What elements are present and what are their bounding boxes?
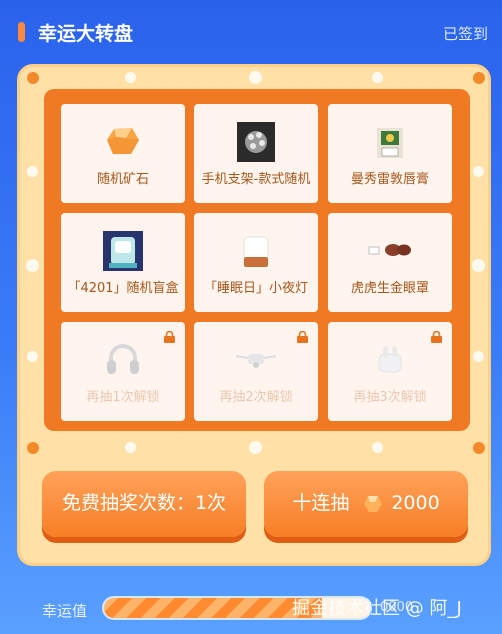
board-dot — [125, 442, 136, 453]
eye-mask-icon — [368, 244, 411, 256]
title-accent-bar — [18, 22, 25, 42]
ten-draw-cost: 2000 — [391, 492, 440, 514]
prize-cell-blind-box[interactable]: 「4201」随机盲盒 — [61, 213, 185, 312]
prize-cell-locked-3[interactable]: 再抽3次解锁 — [328, 322, 452, 421]
lock-icon — [297, 331, 308, 343]
board-dot — [372, 442, 383, 453]
prize-cell-locked-1[interactable]: 再抽1次解锁 — [61, 322, 185, 421]
board-dot — [249, 441, 262, 454]
free-draw-label: 免费抽奖次数：1次 — [61, 492, 227, 514]
board-dot — [249, 71, 262, 84]
prize-label: 虎虎生金眼罩 — [350, 281, 429, 296]
watermark: 掘金技术社区 @ 阿_J — [292, 598, 462, 619]
lock-icon — [164, 331, 175, 343]
night-lamp-icon — [243, 236, 269, 267]
ore-icon — [107, 128, 139, 154]
board-dot — [472, 259, 485, 272]
board-dot — [27, 166, 38, 177]
signed-in-status[interactable]: 已签到 — [443, 23, 488, 44]
prize-label: 「睡眠日」小夜灯 — [203, 281, 308, 296]
board-dot — [473, 166, 484, 177]
prize-cell-lip-balm[interactable]: 曼秀雷敦唇膏 — [328, 104, 452, 203]
prize-label: 再抽2次解锁 — [219, 390, 293, 405]
ten-draw-label: 十连抽 — [292, 492, 350, 514]
board-dot — [372, 72, 383, 83]
prize-label: 「4201」随机盲盒 — [67, 281, 179, 296]
board-dot — [473, 72, 485, 84]
camera-drone-icon — [235, 354, 277, 368]
board-dot — [125, 72, 136, 83]
prize-grid: 随机矿石 手机支架-款式随机 曼秀雷敦唇膏 「4201」随机盲盒 「睡眠日」小夜… — [44, 89, 470, 431]
prize-label: 手机支架-款式随机 — [201, 172, 311, 187]
prize-label: 再抽3次解锁 — [353, 390, 427, 405]
board-dot — [27, 351, 38, 362]
prize-cell-locked-2[interactable]: 再抽2次解锁 — [194, 322, 318, 421]
luck-progress-fill — [104, 598, 323, 618]
lottery-board: 随机矿石 手机支架-款式随机 曼秀雷敦唇膏 「4201」随机盲盒 「睡眠日」小夜… — [17, 64, 491, 566]
header: 幸运大转盘 已签到 — [0, 0, 502, 64]
phone-holder-icon — [237, 122, 275, 162]
board-dot — [473, 442, 485, 454]
prize-cell-phone-holder[interactable]: 手机支架-款式随机 — [194, 104, 318, 203]
headphones-icon — [107, 344, 139, 374]
ore-coin-icon — [364, 495, 383, 512]
blind-box-icon — [103, 231, 143, 271]
board-dot — [26, 259, 39, 272]
prize-label: 曼秀雷敦唇膏 — [350, 172, 429, 187]
board-dot — [27, 72, 39, 84]
lock-icon — [431, 331, 442, 343]
lip-balm-icon — [377, 128, 403, 158]
free-draw-button[interactable]: 免费抽奖次数：1次 — [42, 471, 246, 537]
prize-cell-ore[interactable]: 随机矿石 — [61, 104, 185, 203]
ten-draw-button[interactable]: 十连抽 2000 — [264, 471, 468, 537]
luck-value-label: 幸运值 — [42, 602, 88, 620]
prize-cell-eye-mask[interactable]: 虎虎生金眼罩 — [328, 213, 452, 312]
page-title: 幸运大转盘 — [38, 23, 134, 45]
prize-label: 再抽1次解锁 — [86, 390, 160, 405]
prize-label: 随机矿石 — [96, 172, 149, 187]
earbuds-icon — [378, 346, 402, 373]
prize-cell-night-lamp[interactable]: 「睡眠日」小夜灯 — [194, 213, 318, 312]
board-dot — [27, 442, 39, 454]
board-dot — [473, 351, 484, 362]
